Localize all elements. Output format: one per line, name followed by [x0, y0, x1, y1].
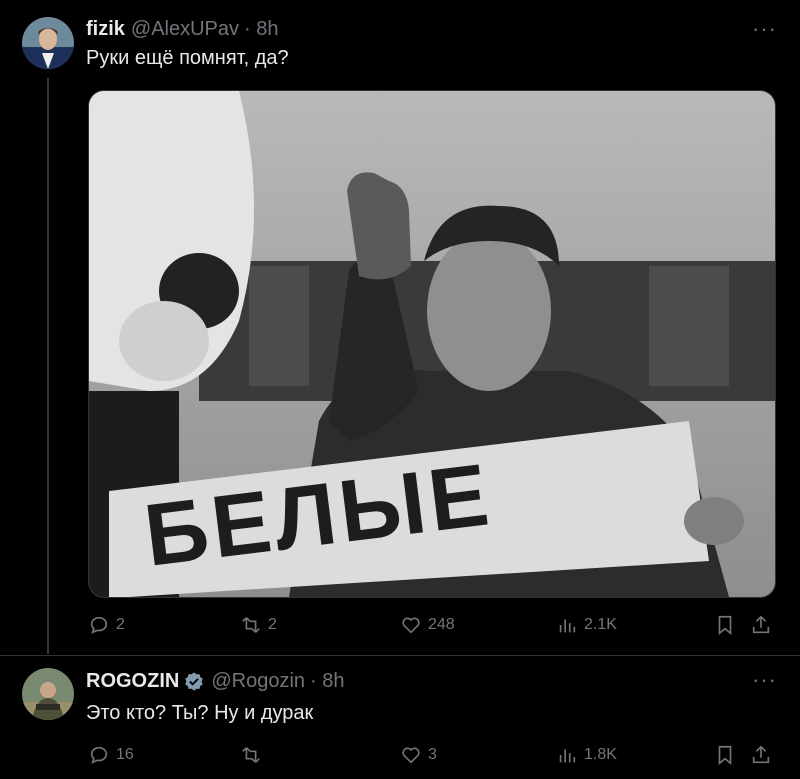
reply-button[interactable]: 2: [88, 611, 125, 639]
views-icon: [559, 749, 576, 763]
tweet-divider: [0, 655, 800, 656]
view-count: 1.8K: [584, 746, 617, 763]
thread-line: [47, 78, 49, 654]
share-icon: [752, 615, 770, 634]
retweet-count: 2: [268, 616, 277, 633]
like-button[interactable]: 3: [400, 741, 437, 769]
avatar[interactable]: [22, 17, 74, 69]
avatar[interactable]: [22, 668, 74, 720]
more-options-button[interactable]: ···: [752, 667, 777, 693]
like-count: 248: [428, 616, 455, 633]
bookmark-button[interactable]: [714, 741, 736, 769]
retweet-button[interactable]: [240, 741, 268, 769]
display-name[interactable]: ROGOZIN: [86, 670, 179, 693]
tweet-text: Это кто? Ты? Ну и дурак: [86, 702, 314, 724]
tweet-actions: 16 3 1.8K: [88, 741, 778, 769]
share-button[interactable]: [750, 741, 772, 769]
tweet-text: Руки ещё помнят, да?: [86, 47, 289, 69]
display-name[interactable]: fizik: [86, 18, 125, 41]
more-options-button[interactable]: ···: [752, 16, 777, 42]
retweet-icon: [242, 747, 260, 763]
tweet-photo[interactable]: БЕЛЫЕ: [88, 90, 776, 598]
handle[interactable]: @AlexUPav: [131, 18, 239, 41]
photo-illustration: БЕЛЫЕ: [89, 91, 775, 597]
timestamp[interactable]: · 8h: [310, 670, 344, 693]
share-icon: [752, 745, 770, 764]
bookmark-icon: [718, 745, 732, 766]
handle[interactable]: @Rogozin: [211, 670, 305, 693]
like-button[interactable]: 248: [400, 611, 455, 639]
reply-icon: [90, 616, 108, 634]
reply-count: 16: [116, 746, 134, 763]
views-icon: [559, 619, 576, 633]
retweet-icon: [242, 617, 260, 633]
heart-icon: [402, 747, 420, 764]
view-count: 2.1K: [584, 616, 617, 633]
tweet-actions: 2 2 248 2.1K: [88, 611, 778, 639]
bookmark-button[interactable]: [714, 611, 736, 639]
share-button[interactable]: [750, 611, 772, 639]
views-button[interactable]: 1.8K: [556, 741, 617, 769]
like-count: 3: [428, 746, 437, 763]
views-button[interactable]: 2.1K: [556, 611, 617, 639]
verified-badge-icon[interactable]: [183, 671, 205, 693]
retweet-button[interactable]: 2: [240, 611, 277, 639]
reply-count: 2: [116, 616, 125, 633]
heart-icon: [402, 617, 420, 634]
reply-button[interactable]: 16: [88, 741, 134, 769]
timestamp[interactable]: · 8h: [244, 18, 278, 41]
reply-icon: [90, 746, 108, 764]
bookmark-icon: [718, 615, 732, 636]
